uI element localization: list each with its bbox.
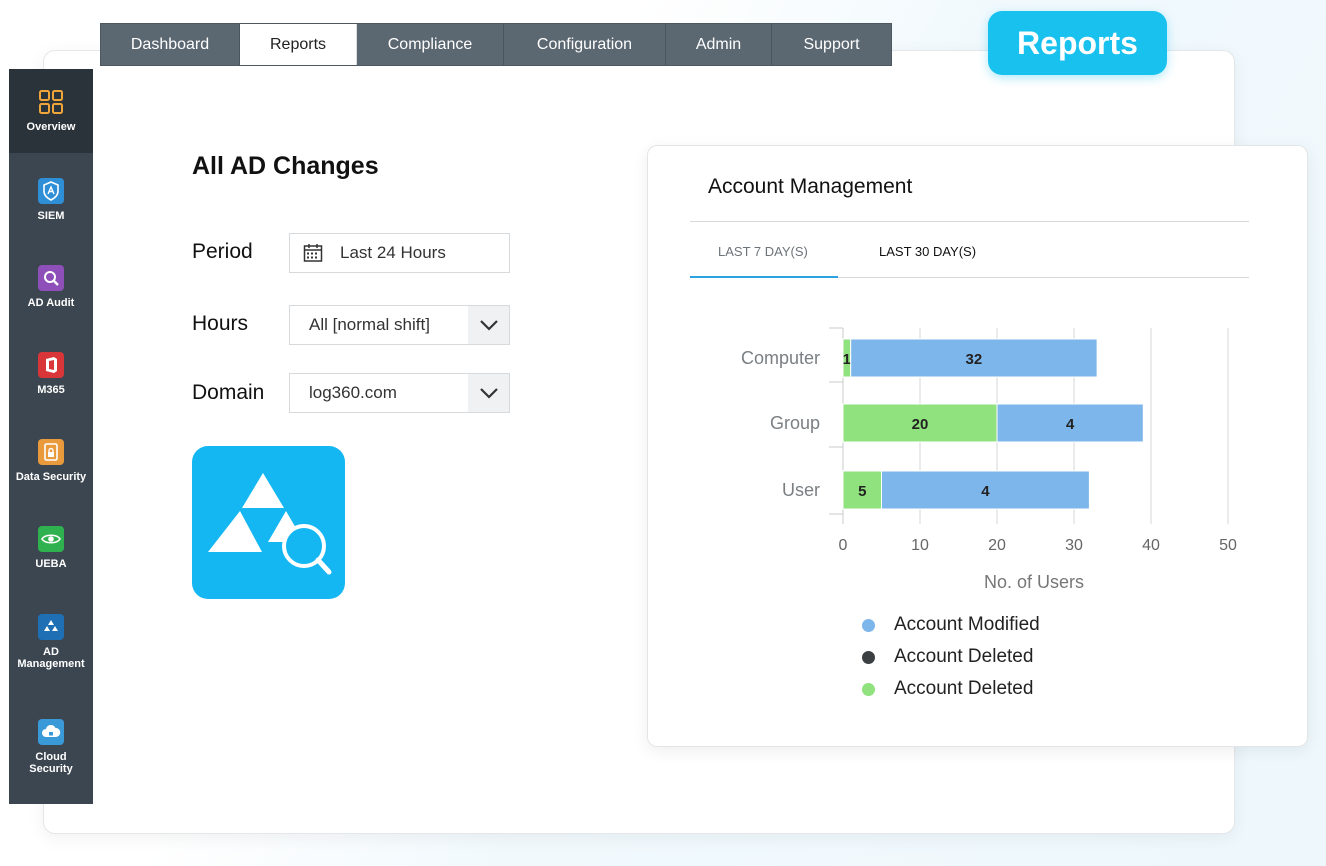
sidebar-item-ad-audit[interactable]: AD Audit bbox=[9, 265, 93, 309]
triangle-icon bbox=[38, 614, 64, 640]
y-category-label: Group bbox=[770, 413, 820, 433]
tab-configuration[interactable]: Configuration bbox=[504, 24, 666, 65]
sidebar-item-ad-management[interactable]: AD Management bbox=[9, 614, 93, 670]
ad-audit-app-icon bbox=[192, 446, 345, 599]
legend-swatch bbox=[862, 682, 875, 696]
office-icon bbox=[38, 352, 64, 378]
account-management-chart: 0 10 20 30 40 50 Computer Group User 1 32 20 4 5 4 No. … bbox=[741, 327, 1237, 592]
hours-label: Hours bbox=[192, 312, 249, 335]
sidebar-item-data-security[interactable]: Data Security bbox=[9, 439, 93, 483]
sidebar-item-label: AD Management bbox=[17, 646, 85, 670]
hours-value: All [normal shift] bbox=[309, 315, 430, 334]
page-title: All AD Changes bbox=[192, 152, 379, 180]
magnifier-icon bbox=[38, 265, 64, 291]
sidebar-item-label: Data Security bbox=[15, 471, 87, 483]
x-tick-label: 30 bbox=[1065, 537, 1083, 554]
sidebar-item-ueba[interactable]: UEBA bbox=[9, 526, 93, 570]
legend-swatch bbox=[862, 650, 875, 664]
x-tick-label: 20 bbox=[988, 537, 1006, 554]
sidebar-item-overview[interactable]: Overview bbox=[9, 69, 93, 153]
x-axis-label: No. of Users bbox=[984, 572, 1084, 592]
x-tick-label: 0 bbox=[839, 537, 848, 554]
data-label: 4 bbox=[1066, 416, 1075, 433]
tab-reports[interactable]: Reports bbox=[240, 24, 357, 65]
legend-swatch bbox=[862, 618, 875, 632]
period-label: Period bbox=[192, 240, 253, 263]
calendar-icon bbox=[303, 243, 323, 263]
data-label: 5 bbox=[858, 483, 866, 500]
legend-item: Account Deleted bbox=[862, 673, 1040, 705]
legend-label: Account Modified bbox=[894, 614, 1040, 635]
domain-select[interactable]: log360.com bbox=[289, 373, 510, 413]
data-label: 20 bbox=[912, 416, 929, 433]
sidebar-item-m365[interactable]: M365 bbox=[9, 352, 93, 396]
top-nav: Dashboard Reports Compliance Configurati… bbox=[100, 23, 892, 66]
sidebar: Overview SIEM AD Audit M365 Data Securit… bbox=[9, 69, 93, 804]
y-category-label: User bbox=[782, 480, 820, 500]
sidebar-item-siem[interactable]: SIEM bbox=[9, 178, 93, 222]
sidebar-item-label: M365 bbox=[37, 384, 65, 396]
tab-dashboard[interactable]: Dashboard bbox=[101, 24, 240, 65]
x-tick-label: 10 bbox=[911, 537, 929, 554]
sidebar-item-cloud-security[interactable]: Cloud Security bbox=[9, 719, 93, 775]
account-management-card: Account Management LAST 7 DAY(S) LAST 30… bbox=[647, 145, 1308, 747]
legend-item: Account Modified bbox=[862, 609, 1040, 641]
legend-label: Account Deleted bbox=[894, 646, 1034, 667]
sidebar-item-label: AD Audit bbox=[27, 297, 75, 309]
hours-select[interactable]: All [normal shift] bbox=[289, 305, 510, 345]
reports-badge: Reports bbox=[988, 11, 1167, 75]
tab-support[interactable]: Support bbox=[772, 24, 891, 65]
data-label: 1 bbox=[843, 351, 851, 368]
sidebar-item-label: Cloud Security bbox=[29, 751, 73, 775]
data-label: 4 bbox=[981, 483, 990, 500]
cloud-lock-icon bbox=[38, 719, 64, 745]
x-tick-label: 50 bbox=[1219, 537, 1237, 554]
shield-icon bbox=[38, 178, 64, 204]
document-lock-icon bbox=[38, 439, 64, 465]
y-category-label: Computer bbox=[741, 348, 820, 368]
domain-value: log360.com bbox=[309, 383, 397, 402]
x-tick-label: 40 bbox=[1142, 537, 1160, 554]
legend-item: Account Deleted bbox=[862, 641, 1040, 673]
sidebar-item-label: Overview bbox=[26, 121, 76, 133]
period-field[interactable]: Last 24 Hours bbox=[289, 233, 510, 273]
domain-label: Domain bbox=[192, 381, 265, 404]
grid-icon bbox=[38, 89, 64, 115]
chevron-down-icon[interactable] bbox=[468, 374, 509, 412]
chart-legend: Account Modified Account Deleted Account… bbox=[862, 609, 1040, 705]
tab-admin[interactable]: Admin bbox=[666, 24, 772, 65]
sidebar-item-label: UEBA bbox=[35, 558, 67, 570]
eye-icon bbox=[38, 526, 64, 552]
data-label: 32 bbox=[966, 351, 983, 368]
sidebar-item-label: SIEM bbox=[37, 210, 65, 222]
chevron-down-icon[interactable] bbox=[468, 306, 509, 344]
period-value: Last 24 Hours bbox=[340, 243, 446, 262]
legend-label: Account Deleted bbox=[894, 678, 1034, 699]
tab-compliance[interactable]: Compliance bbox=[357, 24, 504, 65]
